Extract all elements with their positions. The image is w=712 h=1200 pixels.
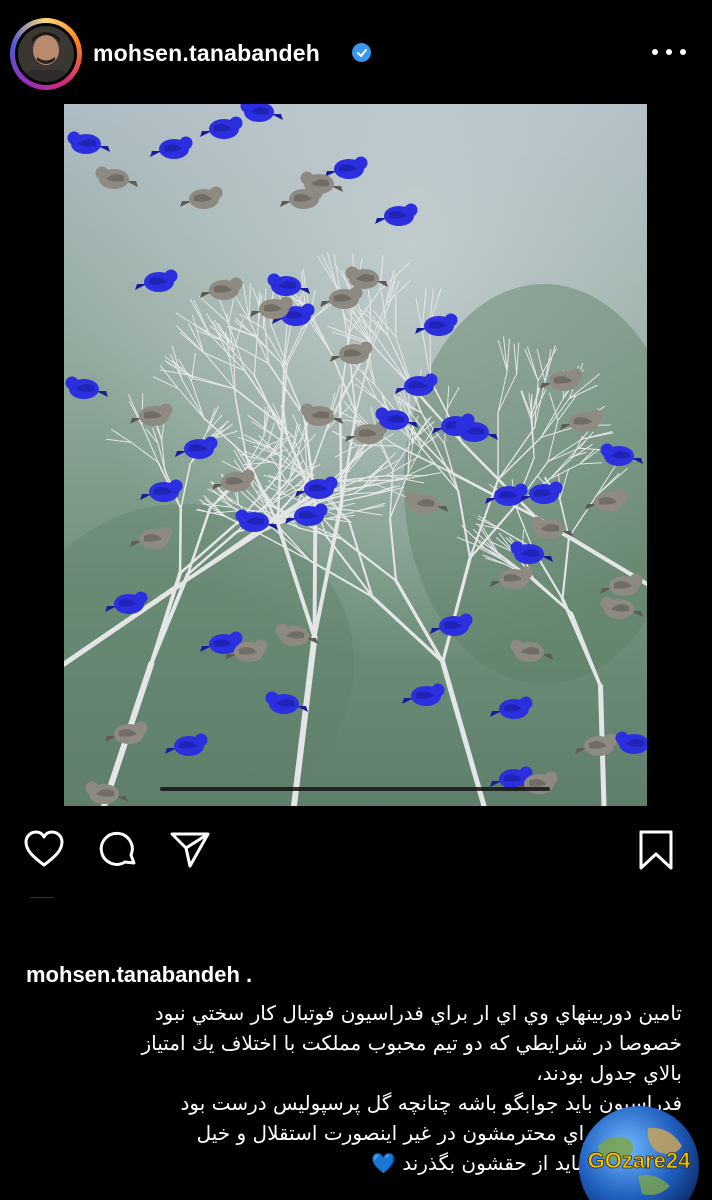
post-header: mohsen.tanabandeh [0, 0, 712, 104]
branch [338, 400, 343, 505]
verified-badge-icon [352, 43, 371, 62]
avatar-image [18, 26, 74, 82]
heart-icon[interactable] [22, 828, 66, 872]
caption-line: تامين دوربينهاي وي اي ار براي فدراسيون ف… [154, 1001, 682, 1025]
more-options-icon[interactable] [652, 38, 686, 66]
bookmark-icon[interactable] [636, 828, 676, 872]
caption-line: خصوصا در شرايطي كه دو تيم محبوب مملكت با… [141, 1031, 682, 1055]
branch [178, 507, 183, 575]
gozare24-watermark-logo: GOzare24 [579, 1106, 699, 1200]
story-ring[interactable] [10, 18, 82, 90]
comment-icon[interactable] [96, 828, 140, 872]
caption-username[interactable]: mohsen.tanabandeh . [26, 962, 252, 988]
caption-line: بالاي جدول بودند، [536, 1061, 682, 1085]
birds-on-branches-photo [64, 104, 647, 806]
avatar[interactable] [15, 23, 77, 85]
media-scroll-indicator [160, 787, 550, 791]
send-icon[interactable] [168, 828, 212, 872]
post-username[interactable]: mohsen.tanabandeh [93, 40, 320, 67]
branch [356, 444, 398, 447]
watermark-text: GOzare24 [588, 1148, 691, 1173]
divider [30, 897, 54, 898]
branch [369, 302, 372, 346]
post-image[interactable] [64, 104, 647, 806]
blue-heart-emoji: 💙 [370, 1151, 396, 1175]
